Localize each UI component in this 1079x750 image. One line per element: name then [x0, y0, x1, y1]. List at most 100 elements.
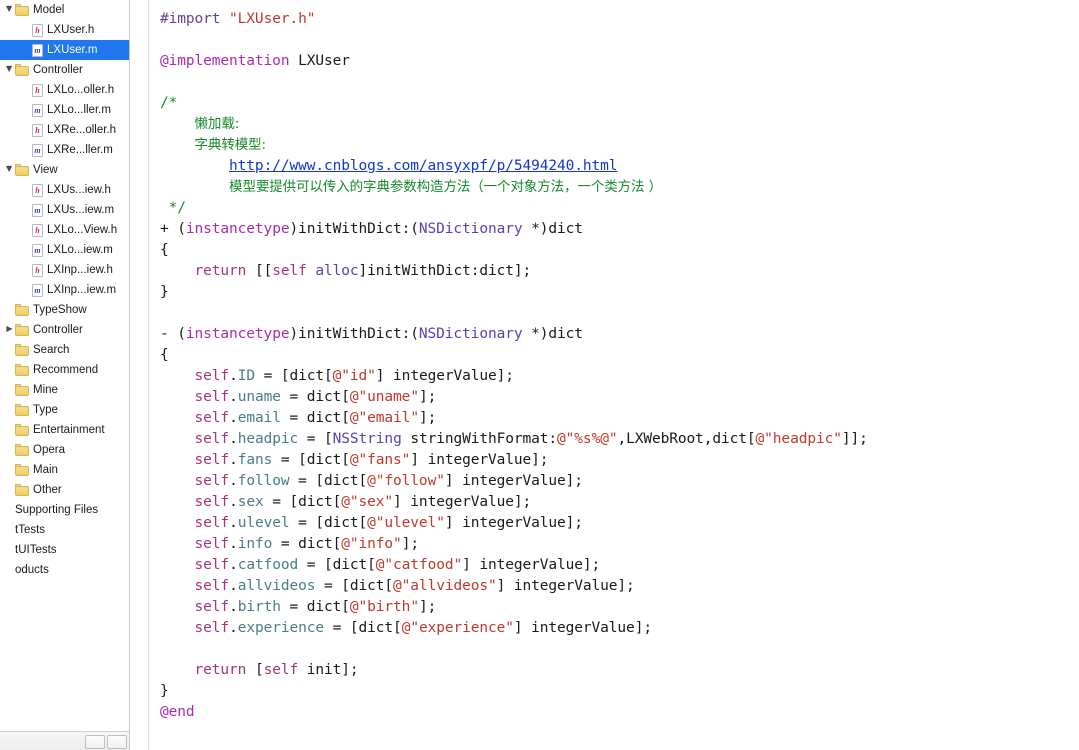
navigator-row-lxinp-iew-m[interactable]: m LXInp...iew.m [0, 280, 129, 300]
code-token: birth [237, 599, 281, 615]
code-token: self [194, 431, 230, 447]
navigator-row-mine[interactable]: Mine [0, 380, 129, 400]
code-token: . [229, 599, 238, 615]
navigator-row-entertainment[interactable]: Entertainment [0, 420, 129, 440]
code-line: self.ulevel = [dict[@"ulevel"] integerVa… [160, 513, 1079, 534]
code-token: ]; [418, 389, 437, 405]
code-token: NSDictionary [418, 326, 523, 342]
disclosure-triangle-closed-icon[interactable]: ▶ [4, 320, 15, 340]
disclosure-triangle-open-icon[interactable]: ▶ [4, 60, 15, 80]
code-token: = dict[ [272, 536, 342, 552]
navigator-row-lxuser-m[interactable]: m LXUser.m [0, 40, 129, 60]
code-token: ,LXWebRoot,dict[ [617, 431, 756, 447]
code-token: . [229, 368, 238, 384]
code-token: @"ulevel" [367, 515, 445, 531]
folder-icon [15, 483, 29, 496]
navigator-row-ttests[interactable]: tTests [0, 520, 129, 540]
code-line: http://www.cnblogs.com/ansyxpf/p/5494240… [160, 156, 1079, 177]
navigator-row-lxre-ller-m[interactable]: m LXRe...ller.m [0, 140, 129, 160]
source-file-m-icon: m [32, 203, 43, 217]
source-file-m-icon: m [32, 103, 43, 117]
source-file-h-icon: h [32, 263, 43, 277]
source-file-h-icon: h [32, 83, 43, 97]
folder-icon [15, 423, 29, 436]
navigator-row-tuitests[interactable]: tUITests [0, 540, 129, 560]
navigator-row-label: LXUs...iew.h [47, 184, 111, 196]
code-token: ] integerValue]; [444, 473, 583, 489]
navigator-row-label: tTests [15, 524, 46, 536]
code-token: )initWithDict:( [289, 221, 419, 237]
navigator-row-opera[interactable]: Opera [0, 440, 129, 460]
code-token: allvideos [237, 578, 316, 594]
code-token: self [263, 662, 299, 678]
navigator-row-label: TypeShow [33, 304, 87, 316]
navigator-row-lxlo-view-h[interactable]: h LXLo...View.h [0, 220, 129, 240]
folder-icon [15, 383, 29, 396]
disclosure-triangle-open-icon[interactable]: ▶ [4, 160, 15, 180]
navigator-row-label: LXLo...ller.m [47, 104, 111, 116]
navigator-row-other[interactable]: Other [0, 480, 129, 500]
navigator-row-lxlo-ller-m[interactable]: m LXLo...ller.m [0, 100, 129, 120]
navigator-row-oducts[interactable]: oducts [0, 560, 129, 580]
navigator-row-main[interactable]: Main [0, 460, 129, 480]
project-navigator[interactable]: ▶ Model h LXUser.h m LXUser.m ▶ Controller h LXLo… [0, 0, 130, 750]
navigator-row-lxus-iew-h[interactable]: h LXUs...iew.h [0, 180, 129, 200]
navigator-row-typeshow[interactable]: TypeShow [0, 300, 129, 320]
code-token: @"headpic" [755, 431, 842, 447]
navigator-row-label: oducts [15, 564, 49, 576]
code-token: ]]; [841, 431, 868, 447]
navigator-row-model[interactable]: ▶ Model [0, 0, 129, 20]
code-token: email [237, 410, 281, 426]
code-token: sex [237, 494, 264, 510]
navigator-row-lxuser-h[interactable]: h LXUser.h [0, 20, 129, 40]
navigator-row-lxus-iew-m[interactable]: m LXUs...iew.m [0, 200, 129, 220]
source-file-h-icon: h [32, 123, 43, 137]
source-editor[interactable]: #import "LXUser.h" @implementation LXUse… [130, 0, 1079, 750]
navigator-row-lxlo-iew-m[interactable]: m LXLo...iew.m [0, 240, 129, 260]
code-token: http://www.cnblogs.com/ansyxpf/p/5494240… [229, 158, 618, 174]
navigator-row-view[interactable]: ▶ View [0, 160, 129, 180]
navigator-row-controller[interactable]: ▶ Controller [0, 320, 129, 340]
code-token: [ [246, 662, 264, 678]
editor-code-area[interactable]: #import "LXUser.h" @implementation LXUse… [160, 0, 1079, 750]
code-line: self.headpic = [NSString stringWithForma… [160, 429, 1079, 450]
code-token: @"info" [341, 536, 402, 552]
project-navigator-list[interactable]: ▶ Model h LXUser.h m LXUser.m ▶ Controller h LXLo… [0, 0, 129, 580]
navigator-row-controller[interactable]: ▶ Controller [0, 60, 129, 80]
code-line: self.info = dict[@"info"]; [160, 534, 1079, 555]
navigator-row-label: LXLo...View.h [47, 224, 118, 236]
code-token: ]; [418, 410, 437, 426]
code-line: self.experience = [dict[@"experience"] i… [160, 618, 1079, 639]
code-token: . [229, 431, 238, 447]
code-line: @end [160, 702, 1079, 723]
code-token: = [dict[ [324, 620, 402, 636]
navigator-filter-button[interactable] [85, 735, 105, 749]
navigator-row-supporting-files[interactable]: Supporting Files [0, 500, 129, 520]
source-file-m-icon: m [32, 143, 43, 157]
code-token: ] integerValue]; [393, 494, 532, 510]
navigator-row-lxinp-iew-h[interactable]: h LXInp...iew.h [0, 260, 129, 280]
navigator-row-type[interactable]: Type [0, 400, 129, 420]
code-line: self.email = dict[@"email"]; [160, 408, 1079, 429]
code-token: ] integerValue]; [444, 515, 583, 531]
code-token: = dict[ [280, 410, 350, 426]
navigator-row-lxlo-oller-h[interactable]: h LXLo...oller.h [0, 80, 129, 100]
folder-icon [15, 323, 29, 336]
code-token: @"email" [349, 410, 419, 426]
navigator-add-button[interactable] [107, 735, 127, 749]
code-token: /* [160, 95, 178, 111]
code-token: instancetype [185, 326, 290, 342]
navigator-row-search[interactable]: Search [0, 340, 129, 360]
navigator-row-recommend[interactable]: Recommend [0, 360, 129, 380]
navigator-row-label: Search [33, 344, 70, 356]
navigator-row-lxre-oller-h[interactable]: h LXRe...oller.h [0, 120, 129, 140]
code-token: ] integerValue]; [462, 557, 601, 573]
disclosure-triangle-open-icon[interactable]: ▶ [4, 0, 15, 20]
